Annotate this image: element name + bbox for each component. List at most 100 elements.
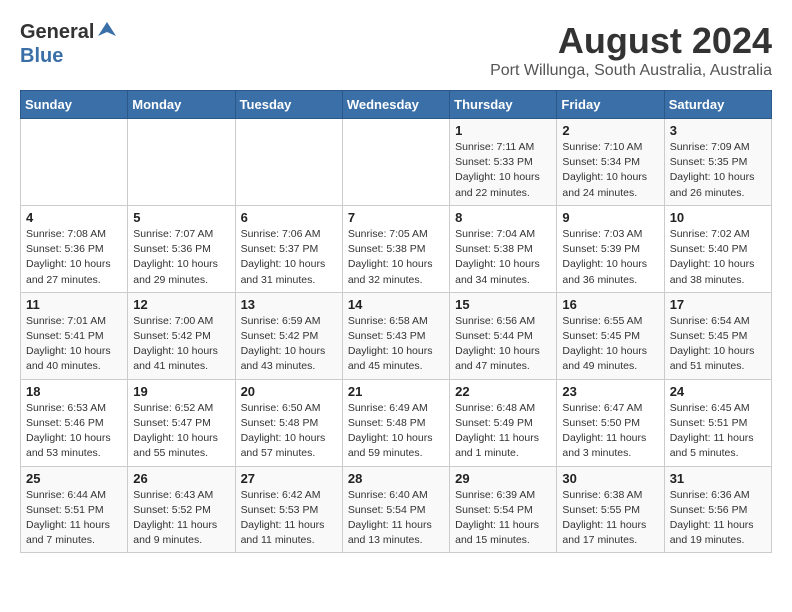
- logo: General Blue: [20, 20, 118, 68]
- day-info: Sunrise: 7:02 AM Sunset: 5:40 PM Dayligh…: [670, 227, 766, 288]
- day-number: 15: [455, 297, 551, 312]
- day-number: 24: [670, 384, 766, 399]
- day-number: 5: [133, 210, 229, 225]
- day-info: Sunrise: 7:11 AM Sunset: 5:33 PM Dayligh…: [455, 140, 551, 201]
- col-thursday: Thursday: [450, 91, 557, 119]
- day-info: Sunrise: 7:10 AM Sunset: 5:34 PM Dayligh…: [562, 140, 658, 201]
- calendar-cell: [235, 119, 342, 206]
- day-number: 19: [133, 384, 229, 399]
- day-info: Sunrise: 7:09 AM Sunset: 5:35 PM Dayligh…: [670, 140, 766, 201]
- calendar-cell: 23 Sunrise: 6:47 AM Sunset: 5:50 PM Dayli…: [557, 379, 664, 466]
- day-info: Sunrise: 6:39 AM Sunset: 5:54 PM Dayligh…: [455, 488, 551, 549]
- col-monday: Monday: [128, 91, 235, 119]
- calendar-cell: 18Sunrise: 6:53 AM Sunset: 5:46 PM Dayli…: [21, 379, 128, 466]
- logo-blue-text: Blue: [20, 45, 63, 67]
- col-wednesday: Wednesday: [342, 91, 449, 119]
- calendar-cell: 21 Sunrise: 6:49 AM Sunset: 5:48 PM Dayli…: [342, 379, 449, 466]
- calendar-week-3: 11 Sunrise: 7:01 AM Sunset: 5:41 PM Dayli…: [21, 292, 772, 379]
- calendar-cell: [128, 119, 235, 206]
- day-number: 26: [133, 471, 229, 486]
- calendar-cell: 26 Sunrise: 6:43 AM Sunset: 5:52 PM Dayli…: [128, 466, 235, 553]
- day-number: 28: [348, 471, 444, 486]
- calendar-cell: 30 Sunrise: 6:38 AM Sunset: 5:55 PM Dayli…: [557, 466, 664, 553]
- day-number: 2: [562, 123, 658, 138]
- day-info: Sunrise: 6:53 AM Sunset: 5:46 PM Dayligh…: [26, 401, 122, 462]
- calendar-cell: 12 Sunrise: 7:00 AM Sunset: 5:42 PM Dayli…: [128, 292, 235, 379]
- day-info: Sunrise: 6:50 AM Sunset: 5:48 PM Dayligh…: [241, 401, 337, 462]
- day-info: Sunrise: 6:52 AM Sunset: 5:47 PM Dayligh…: [133, 401, 229, 462]
- day-info: Sunrise: 7:07 AM Sunset: 5:36 PM Dayligh…: [133, 227, 229, 288]
- calendar-week-4: 18Sunrise: 6:53 AM Sunset: 5:46 PM Dayli…: [21, 379, 772, 466]
- day-number: 4: [26, 210, 122, 225]
- day-number: 13: [241, 297, 337, 312]
- calendar-cell: 14 Sunrise: 6:58 AM Sunset: 5:43 PM Dayli…: [342, 292, 449, 379]
- location-subtitle: Port Willunga, South Australia, Australi…: [490, 62, 772, 80]
- day-info: Sunrise: 6:38 AM Sunset: 5:55 PM Dayligh…: [562, 488, 658, 549]
- day-info: Sunrise: 6:44 AM Sunset: 5:51 PM Dayligh…: [26, 488, 122, 549]
- calendar-cell: 4Sunrise: 7:08 AM Sunset: 5:36 PM Daylig…: [21, 205, 128, 292]
- col-tuesday: Tuesday: [235, 91, 342, 119]
- day-info: Sunrise: 6:47 AM Sunset: 5:50 PM Dayligh…: [562, 401, 658, 462]
- calendar-cell: [21, 119, 128, 206]
- day-info: Sunrise: 6:43 AM Sunset: 5:52 PM Dayligh…: [133, 488, 229, 549]
- calendar-cell: 3Sunrise: 7:09 AM Sunset: 5:35 PM Daylig…: [664, 119, 771, 206]
- month-year-title: August 2024: [490, 20, 772, 62]
- calendar-week-1: 1Sunrise: 7:11 AM Sunset: 5:33 PM Daylig…: [21, 119, 772, 206]
- day-number: 16: [562, 297, 658, 312]
- col-sunday: Sunday: [21, 91, 128, 119]
- day-info: Sunrise: 7:00 AM Sunset: 5:42 PM Dayligh…: [133, 314, 229, 375]
- day-info: Sunrise: 7:03 AM Sunset: 5:39 PM Dayligh…: [562, 227, 658, 288]
- calendar-cell: 2 Sunrise: 7:10 AM Sunset: 5:34 PM Daylig…: [557, 119, 664, 206]
- calendar-cell: 22 Sunrise: 6:48 AM Sunset: 5:49 PM Dayli…: [450, 379, 557, 466]
- day-info: Sunrise: 6:58 AM Sunset: 5:43 PM Dayligh…: [348, 314, 444, 375]
- day-number: 30: [562, 471, 658, 486]
- day-number: 8: [455, 210, 551, 225]
- calendar-cell: 1Sunrise: 7:11 AM Sunset: 5:33 PM Daylig…: [450, 119, 557, 206]
- day-number: 12: [133, 297, 229, 312]
- day-number: 14: [348, 297, 444, 312]
- calendar-cell: 28 Sunrise: 6:40 AM Sunset: 5:54 PM Dayli…: [342, 466, 449, 553]
- day-number: 22: [455, 384, 551, 399]
- day-number: 25: [26, 471, 122, 486]
- calendar-week-5: 25 Sunrise: 6:44 AM Sunset: 5:51 PM Dayli…: [21, 466, 772, 553]
- calendar-cell: 16 Sunrise: 6:55 AM Sunset: 5:45 PM Dayli…: [557, 292, 664, 379]
- day-number: 20: [241, 384, 337, 399]
- day-info: Sunrise: 6:36 AM Sunset: 5:56 PM Dayligh…: [670, 488, 766, 549]
- calendar-body: 1Sunrise: 7:11 AM Sunset: 5:33 PM Daylig…: [21, 119, 772, 553]
- logo-bird-icon: [96, 20, 118, 45]
- title-area: August 2024 Port Willunga, South Austral…: [490, 20, 772, 80]
- day-number: 23: [562, 384, 658, 399]
- col-saturday: Saturday: [664, 91, 771, 119]
- calendar-cell: 8 Sunrise: 7:04 AM Sunset: 5:38 PM Daylig…: [450, 205, 557, 292]
- calendar-cell: 17Sunrise: 6:54 AM Sunset: 5:45 PM Dayli…: [664, 292, 771, 379]
- day-info: Sunrise: 6:48 AM Sunset: 5:49 PM Dayligh…: [455, 401, 551, 462]
- header-row: Sunday Monday Tuesday Wednesday Thursday…: [21, 91, 772, 119]
- day-info: Sunrise: 6:49 AM Sunset: 5:48 PM Dayligh…: [348, 401, 444, 462]
- calendar-cell: [342, 119, 449, 206]
- day-info: Sunrise: 6:55 AM Sunset: 5:45 PM Dayligh…: [562, 314, 658, 375]
- calendar-cell: 6Sunrise: 7:06 AM Sunset: 5:37 PM Daylig…: [235, 205, 342, 292]
- day-info: Sunrise: 6:56 AM Sunset: 5:44 PM Dayligh…: [455, 314, 551, 375]
- day-info: Sunrise: 6:45 AM Sunset: 5:51 PM Dayligh…: [670, 401, 766, 462]
- calendar-cell: 29Sunrise: 6:39 AM Sunset: 5:54 PM Dayli…: [450, 466, 557, 553]
- day-info: Sunrise: 6:59 AM Sunset: 5:42 PM Dayligh…: [241, 314, 337, 375]
- header: General Blue August 2024 Port Willunga, …: [20, 20, 772, 80]
- day-number: 21: [348, 384, 444, 399]
- day-info: Sunrise: 7:05 AM Sunset: 5:38 PM Dayligh…: [348, 227, 444, 288]
- day-info: Sunrise: 6:40 AM Sunset: 5:54 PM Dayligh…: [348, 488, 444, 549]
- day-info: Sunrise: 7:01 AM Sunset: 5:41 PM Dayligh…: [26, 314, 122, 375]
- day-info: Sunrise: 7:04 AM Sunset: 5:38 PM Dayligh…: [455, 227, 551, 288]
- day-number: 27: [241, 471, 337, 486]
- calendar-cell: 10 Sunrise: 7:02 AM Sunset: 5:40 PM Dayli…: [664, 205, 771, 292]
- calendar-cell: 7 Sunrise: 7:05 AM Sunset: 5:38 PM Daylig…: [342, 205, 449, 292]
- day-number: 7: [348, 210, 444, 225]
- calendar-cell: 27 Sunrise: 6:42 AM Sunset: 5:53 PM Dayli…: [235, 466, 342, 553]
- day-number: 11: [26, 297, 122, 312]
- calendar-cell: 25 Sunrise: 6:44 AM Sunset: 5:51 PM Dayli…: [21, 466, 128, 553]
- logo-general-text: General: [20, 21, 94, 44]
- calendar-cell: 13 Sunrise: 6:59 AM Sunset: 5:42 PM Dayli…: [235, 292, 342, 379]
- calendar-cell: 31Sunrise: 6:36 AM Sunset: 5:56 PM Dayli…: [664, 466, 771, 553]
- day-info: Sunrise: 6:42 AM Sunset: 5:53 PM Dayligh…: [241, 488, 337, 549]
- calendar-cell: 19 Sunrise: 6:52 AM Sunset: 5:47 PM Dayli…: [128, 379, 235, 466]
- day-number: 10: [670, 210, 766, 225]
